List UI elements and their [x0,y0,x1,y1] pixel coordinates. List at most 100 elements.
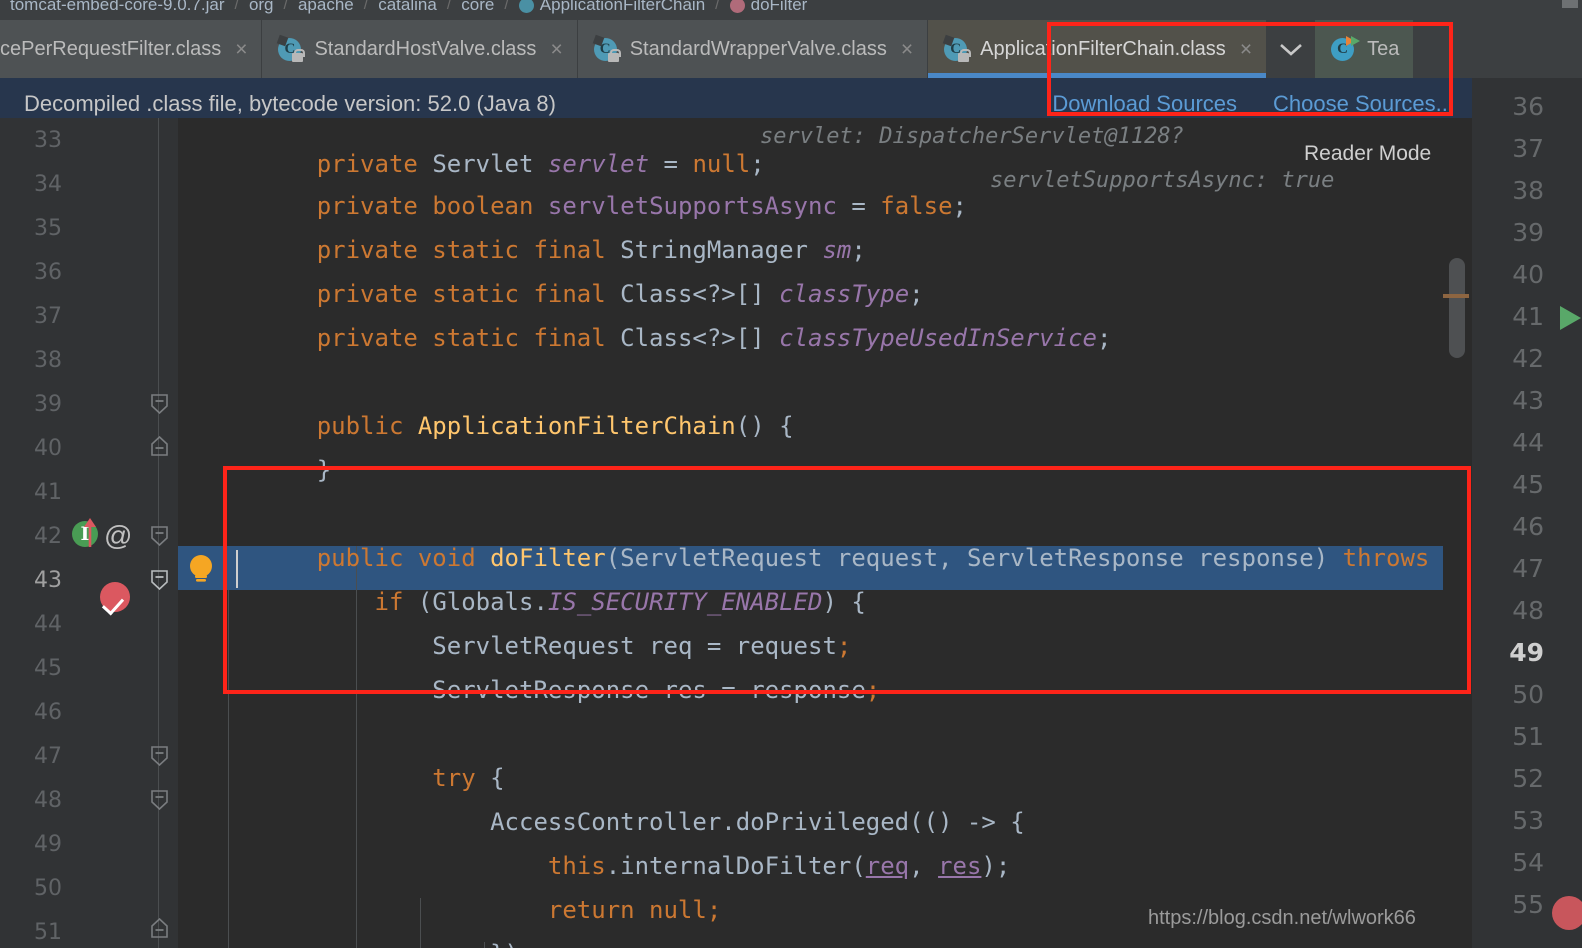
tab-close-icon[interactable]: × [1240,39,1252,60]
line-number: 50 [34,875,62,901]
right-line-number: 53 [1512,806,1544,835]
line-number: 40 [34,435,62,461]
watermark: https://blog.csdn.net/wlwork66 [1148,907,1416,929]
right-line-number: 44 [1512,428,1544,457]
class-icon [518,0,534,13]
tab-standard-host-valve[interactable]: C StandardHostValve.class × [262,20,578,78]
tab-application-filter-chain[interactable]: C ApplicationFilterChain.class × [928,20,1268,78]
notification-dot-icon[interactable] [1552,896,1582,930]
line-number: 34 [34,171,62,197]
code-text-51: }); [230,912,533,948]
fold-marker-collapse-icon[interactable] [151,394,168,414]
at-annotation-icon[interactable]: @ [104,522,132,550]
right-line-number: 45 [1512,470,1544,499]
inline-hint-33: servlet: DispatcherServlet@1128? [760,124,1184,149]
breadcrumb-item-catalina[interactable]: catalina [376,0,439,20]
right-line-number: 51 [1512,722,1544,751]
line-number: 49 [34,831,62,857]
line-number: 41 [34,479,62,505]
breadcrumb-separator: / [234,0,239,13]
banner-actions: Download Sources Choose Sources... [1052,91,1472,117]
breadcrumb-separator: / [363,0,369,13]
tab-tea[interactable]: C Tea [1315,20,1415,78]
runnable-class-icon: C [1329,35,1361,63]
right-line-number: 41 [1512,302,1544,331]
breadcrumb-separator: / [446,0,452,13]
chevron-down-icon[interactable] [1267,20,1316,78]
right-line-number-active: 49 [1509,638,1544,667]
banner-message: Decompiled .class file, bytecode version… [24,90,556,116]
tab-standard-wrapper-valve[interactable]: C StandardWrapperValve.class × [577,20,929,78]
breadcrumb-item-org[interactable]: org [247,0,276,20]
inline-hint-34: servletSupportsAsync: true [990,168,1335,193]
tab-close-icon[interactable]: × [901,39,913,60]
override-arrow-icon[interactable] [82,516,96,547]
line-number: 48 [34,787,62,813]
right-line-number: 50 [1512,680,1544,709]
right-line-number: 47 [1512,554,1544,583]
secondary-line-number-panel[interactable]: 36 37 38 39 40 41 42 43 44 45 46 47 48 4… [1472,78,1582,948]
code-editor[interactable]: 33 private Servlet servlet = null; servl… [0,118,1472,948]
right-line-number: 39 [1512,218,1544,247]
changed-lines-marker[interactable] [1443,294,1469,298]
tab-close-icon[interactable]: × [235,39,247,60]
line-number: 33 [34,127,62,153]
line-number: 44 [34,611,62,637]
idea-window: tomcat-embed-core-9.0.7.jar / org / apac… [0,0,1582,948]
fold-marker-collapse-icon[interactable] [151,526,168,546]
reader-mode-tooltip: Reader Mode [1298,140,1438,168]
line-number: 46 [34,699,62,725]
right-line-number: 54 [1512,848,1544,877]
line-number: 47 [34,743,62,769]
fold-marker-collapse-icon[interactable] [151,790,168,810]
breadcrumb-separator: / [283,0,288,13]
right-line-number: 37 [1512,134,1544,163]
code-line[interactable]: 50 [0,866,1472,910]
fold-marker-end-icon[interactable] [151,436,168,456]
vertical-scrollbar-thumb[interactable] [1449,258,1465,358]
line-number: 42 [34,523,62,549]
run-triangle-icon[interactable] [1560,306,1581,330]
tab-close-icon[interactable]: × [550,39,562,60]
right-line-number: 46 [1512,512,1544,541]
decompiled-class-icon: C [942,34,972,63]
breadcrumb-item-method[interactable]: doFilter [728,0,810,20]
line-number: 36 [34,259,62,285]
choose-sources-link[interactable]: Choose Sources... [1273,91,1454,117]
line-number: 39 [34,391,62,417]
code-line[interactable]: 38 [0,338,1472,382]
right-line-number: 43 [1512,386,1544,415]
right-line-number: 55 [1512,890,1544,919]
tab-label: StandardWrapperValve.class [629,37,887,60]
window-corner-decoration [1562,0,1578,8]
editor-tab-bar: cePerRequestFilter.class × C StandardHos… [0,20,1582,78]
breadcrumb-class-label: ApplicationFilterChain [539,0,706,14]
code-line[interactable]: 40 [0,426,1472,470]
code-line[interactable]: 41 [0,470,1472,514]
tab-once-per-request-filter[interactable]: cePerRequestFilter.class × [0,20,263,78]
code-line[interactable]: 47 [0,734,1472,778]
code-line[interactable]: 46 [0,690,1472,734]
decompiled-class-icon: C [592,34,621,63]
breadcrumb-item-apache[interactable]: apache [296,0,356,20]
right-line-number: 36 [1512,92,1544,121]
tab-label: cePerRequestFilter.class [0,37,222,60]
breadcrumb-item-core[interactable]: core [459,0,496,20]
method-icon [729,0,745,13]
breadcrumb-item-class[interactable]: ApplicationFilterChain [517,0,707,20]
intention-bulb-icon[interactable] [186,553,216,585]
download-sources-link[interactable]: Download Sources [1052,91,1237,117]
fold-marker-end-icon[interactable] [151,918,168,938]
breadcrumb-item-jar[interactable]: tomcat-embed-core-9.0.7.jar [8,0,226,20]
line-number: 51 [34,919,62,945]
breadcrumb-separator: / [715,0,720,13]
line-number: 35 [34,215,62,241]
fold-marker-collapse-icon[interactable] [151,570,168,590]
right-line-number: 42 [1512,344,1544,373]
breadcrumb: tomcat-embed-core-9.0.7.jar / org / apac… [0,0,1582,20]
fold-marker-collapse-icon[interactable] [151,746,168,766]
right-line-number: 40 [1512,260,1544,289]
line-number: 37 [34,303,62,329]
editor-marker-bar[interactable] [1443,118,1472,948]
line-number: 45 [34,655,62,681]
